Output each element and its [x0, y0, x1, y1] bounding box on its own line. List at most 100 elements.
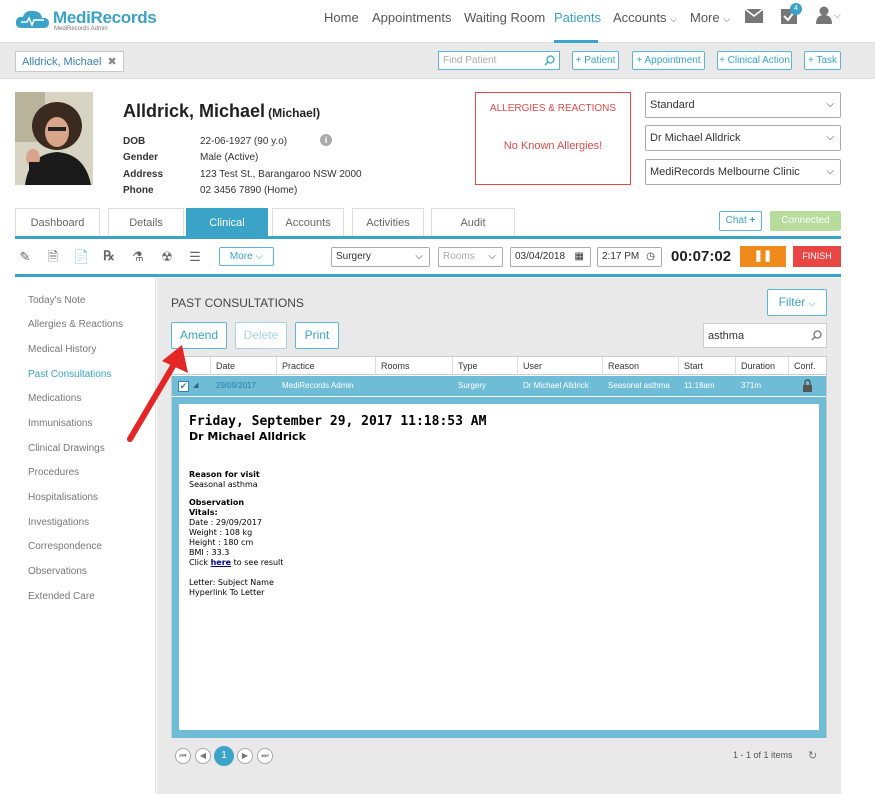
chevron-down-icon: ⌵ [808, 298, 816, 308]
header-start[interactable]: Start [684, 361, 703, 371]
allergies-box[interactable]: ALLERGIES & REACTIONS No Known Allergies… [475, 92, 631, 185]
current-page-button[interactable]: 1 [214, 746, 234, 766]
sidebar-item-medications[interactable]: Medications [28, 393, 81, 404]
layers-icon[interactable]: ☰ [187, 249, 203, 265]
doctor-select[interactable]: Dr Michael Alldrick ⌵ [645, 125, 841, 151]
tab-details[interactable]: Details [108, 208, 184, 236]
nav-accounts-label: Accounts [613, 10, 667, 25]
lock-icon[interactable] [802, 379, 813, 392]
add-patient-button[interactable]: + Patient [572, 51, 619, 70]
add-task-button[interactable]: + Task [804, 51, 841, 70]
location-select[interactable]: Surgery ⌵ [331, 247, 430, 267]
sidebar-item-investigations[interactable]: Investigations [28, 517, 89, 528]
header-duration[interactable]: Duration [741, 361, 775, 371]
clock-icon[interactable]: ◷ [646, 251, 655, 262]
note-vitals-label: Vitals: [189, 508, 218, 517]
next-page-icon[interactable]: ▶ [237, 748, 253, 764]
filter-button[interactable]: Filter ⌵ [767, 289, 827, 316]
prescription-icon[interactable]: ℞ [101, 249, 117, 265]
sidebar-item-medical-history[interactable]: Medical History [28, 344, 96, 355]
nav-waiting-room[interactable]: Waiting Room [464, 10, 545, 25]
first-page-icon[interactable]: ⏮ [175, 748, 191, 764]
dob-label: DOB [123, 136, 146, 147]
clinic-select[interactable]: MediRecords Melbourne Clinic ⌵ [645, 159, 841, 185]
prev-page-icon[interactable]: ◀ [195, 748, 211, 764]
header-date[interactable]: Date [216, 361, 235, 371]
tab-dashboard[interactable]: Dashboard [15, 208, 100, 236]
header-practice[interactable]: Practice [282, 361, 315, 371]
lab-icon[interactable]: ⚗ [130, 249, 146, 265]
search-icon[interactable] [811, 330, 822, 341]
sidebar-item-extended-care[interactable]: Extended Care [28, 591, 95, 602]
add-appointment-button[interactable]: + Appointment [632, 51, 705, 70]
row-user: Dr Michael Alldrick [523, 381, 589, 390]
mail-icon[interactable] [745, 9, 763, 23]
phone-label: Phone [123, 185, 154, 196]
row-reason: Seasonal asthma [608, 381, 670, 390]
last-page-icon[interactable]: ⏭ [257, 748, 273, 764]
nav-home[interactable]: Home [324, 10, 359, 25]
sidebar-item-procedures[interactable]: Procedures [28, 467, 79, 478]
chevron-down-icon[interactable]: ⌵ [834, 10, 841, 21]
pause-button[interactable]: ❚❚ [740, 246, 786, 267]
open-patient-chip[interactable]: Alldrick, Michael ✖ [15, 51, 124, 72]
print-button[interactable]: Print [295, 322, 339, 349]
brand-name: MediRecords [53, 8, 157, 27]
sidebar-item-hospitalisations[interactable]: Hospitalisations [28, 492, 98, 503]
header-reason[interactable]: Reason [608, 361, 639, 371]
radiation-icon[interactable]: ☢ [159, 249, 175, 265]
tab-audit[interactable]: Audit [431, 208, 515, 236]
sidebar-item-past-consultations[interactable]: Past Consultations [28, 369, 111, 380]
table-row[interactable]: ✔ ◢ 29/09/2017 MediRecords Admin Surgery… [172, 376, 826, 396]
annotation-arrow [127, 345, 188, 442]
filter-label: Filter [778, 295, 806, 309]
add-clinical-action-button[interactable]: + Clinical Action [717, 51, 792, 70]
sidebar-item-observations[interactable]: Observations [28, 566, 87, 577]
note-here-link[interactable]: here [211, 558, 232, 567]
pagination-summary: 1 - 1 of 1 items [733, 750, 793, 760]
sidebar-item-allergies[interactable]: Allergies & Reactions [28, 319, 123, 330]
search-icon[interactable] [544, 55, 555, 66]
col-divider [602, 357, 603, 375]
row-duration: 371m [741, 381, 762, 390]
tab-accounts[interactable]: Accounts [272, 208, 344, 236]
finish-button[interactable]: FINISH [793, 246, 841, 267]
sidebar-item-immunisations[interactable]: Immunisations [28, 418, 92, 429]
time-input[interactable]: 2:17 PM ◷ [597, 247, 662, 267]
header-conf[interactable]: Conf. [794, 361, 816, 371]
more-tools-button[interactable]: More ⌵ [219, 247, 274, 266]
sidebar-item-clinical-drawings[interactable]: Clinical Drawings [28, 443, 105, 454]
nav-patients[interactable]: Patients [554, 10, 601, 25]
nav-accounts[interactable]: Accounts ⌵ [613, 10, 677, 25]
table-header: Date Practice Rooms Type User Reason Sta… [172, 357, 826, 375]
nav-appointments[interactable]: Appointments [372, 10, 452, 25]
tab-activities[interactable]: Activities [352, 208, 424, 236]
delete-button[interactable]: Delete [235, 322, 287, 349]
sidebar-item-correspondence[interactable]: Correspondence [28, 541, 102, 552]
info-icon[interactable]: i [320, 134, 332, 146]
note-icon[interactable]: ✎ [17, 249, 33, 265]
document-edit-icon[interactable]: 🗎 [45, 249, 61, 265]
document-icon[interactable]: 📄 [73, 249, 89, 265]
consult-note: Friday, September 29, 2017 11:18:53 AM D… [179, 404, 819, 730]
header-user[interactable]: User [523, 361, 542, 371]
rooms-select[interactable]: Rooms ⌵ [438, 247, 503, 267]
user-icon[interactable] [816, 6, 832, 24]
nav-more[interactable]: More ⌵ [690, 10, 730, 25]
find-patient-input[interactable]: Find Patient [438, 51, 560, 70]
col-divider [452, 357, 453, 375]
consult-search-input[interactable]: asthma [703, 323, 827, 348]
allergies-text: No Known Allergies! [503, 140, 603, 152]
tab-clinical[interactable]: Clinical [186, 208, 268, 236]
app-logo[interactable]: MediRecords MediRecords Admin [14, 6, 157, 36]
billing-select[interactable]: Standard ⌵ [645, 92, 841, 118]
close-icon[interactable]: ✖ [108, 56, 117, 68]
refresh-icon[interactable]: ↻ [808, 749, 817, 762]
header-type[interactable]: Type [458, 361, 478, 371]
header-rooms[interactable]: Rooms [381, 361, 410, 371]
note-hyperlink-line: Hyperlink To Letter [189, 588, 265, 597]
chat-button[interactable]: Chat + [719, 211, 762, 231]
calendar-icon[interactable]: ▦ [575, 251, 584, 262]
sidebar-item-todays-note[interactable]: Today's Note [28, 295, 86, 306]
date-input[interactable]: 03/04/2018 ▦ [510, 247, 591, 267]
